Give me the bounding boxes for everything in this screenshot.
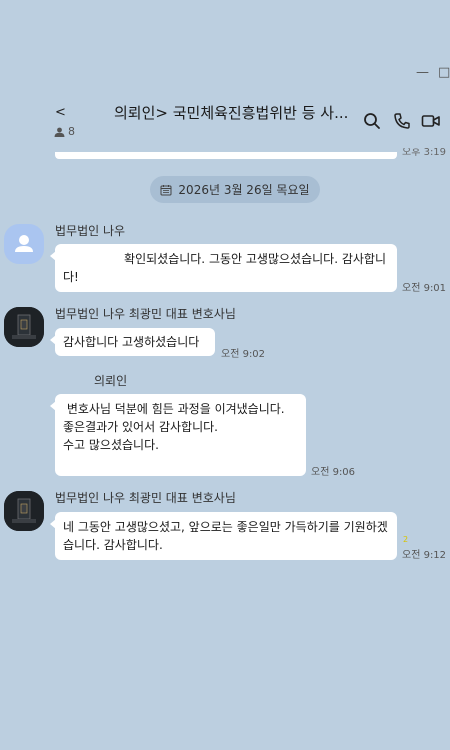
calendar-icon xyxy=(160,184,172,195)
previous-message-time: 오후 3:19 xyxy=(402,148,447,156)
default-profile-icon[interactable] xyxy=(4,224,44,264)
law-firm-logo-icon[interactable] xyxy=(4,491,44,531)
date-divider: 2026년 3월 26일 목요일 xyxy=(150,176,320,203)
message-time: 오전 9:06 xyxy=(311,467,356,478)
member-count-value: 8 xyxy=(68,125,75,138)
people-icon xyxy=(54,127,65,137)
message-sender: 의뢰인 xyxy=(94,374,128,388)
message-sender: 법무법인 나우 xyxy=(55,224,126,238)
back-button[interactable]: < xyxy=(55,105,66,120)
message-bubble[interactable]: 네 그동안 고생많으셨고, 앞으로는 좋은일만 가득하기를 기원하겠습니다. 감… xyxy=(50,512,397,560)
message-time: 오전 9:02 xyxy=(221,349,266,360)
member-count[interactable]: 8 xyxy=(54,125,75,138)
message-time: 오전 9:01 xyxy=(402,283,447,294)
date-divider-label: 2026년 3월 26일 목요일 xyxy=(178,183,310,197)
message-bubble[interactable]: 감사합니다 고생하셨습니다 xyxy=(50,328,215,356)
chat-window: — □ < 의뢰인> 국민체육진흥법위반 등 사... 8 오후 3:19 20… xyxy=(0,0,450,750)
chat-room-title[interactable]: 의뢰인> 국민체육진흥법위반 등 사... xyxy=(114,102,360,123)
law-firm-logo-icon[interactable] xyxy=(4,307,44,347)
message-sender: 법무법인 나우 최광민 대표 변호사님 xyxy=(55,307,236,321)
message-sender: 법무법인 나우 최광민 대표 변호사님 xyxy=(55,491,236,505)
message-bubble[interactable]: 변호사님 덕분에 힘든 과정을 이겨냈습니다. 좋은결과가 있어서 감사합니다.… xyxy=(50,394,306,476)
minimize-button[interactable]: — xyxy=(416,66,429,80)
phone-icon[interactable] xyxy=(392,111,412,131)
message-time: 오전 9:12 xyxy=(402,550,447,561)
message-bubble[interactable]: 확인되셨습니다. 그동안 고생많으셨습니다. 감사합니다! xyxy=(50,244,397,292)
search-icon[interactable] xyxy=(362,111,382,131)
unread-count: 2 xyxy=(403,535,409,544)
previous-message-bubble xyxy=(55,152,397,159)
video-call-icon[interactable] xyxy=(421,111,441,131)
maximize-button[interactable]: □ xyxy=(438,66,450,80)
